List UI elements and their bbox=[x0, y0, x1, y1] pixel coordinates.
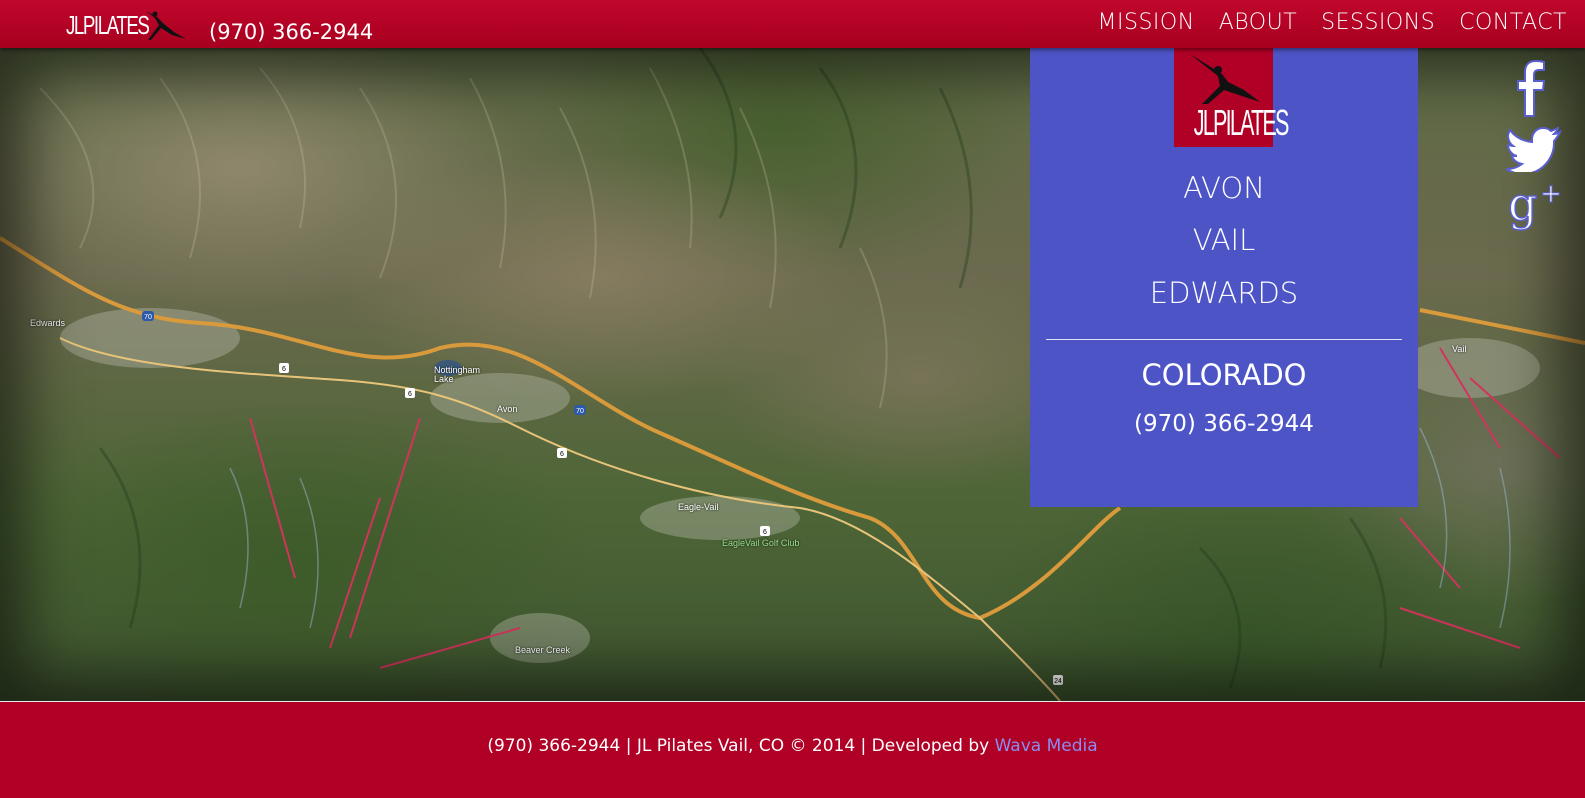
map-label-golf-club: EagleVail Golf Club bbox=[722, 538, 800, 548]
footer-line: (970) 366-2944 | JL Pilates Vail, CO © 2… bbox=[0, 736, 1585, 756]
yoga-figure-icon bbox=[146, 11, 186, 40]
google-plus-icon[interactable]: g + bbox=[1506, 180, 1566, 236]
location-panel: JLPILATES AVON VAIL EDWARDS COLORADO (97… bbox=[1030, 48, 1418, 507]
logo-text: JLPILATES bbox=[66, 10, 150, 40]
route-shield: 6 bbox=[763, 529, 767, 536]
svg-text:g: g bbox=[1508, 180, 1537, 231]
panel-phone[interactable]: (970) 366-2944 bbox=[1030, 411, 1418, 437]
nav-mission[interactable]: MISSION bbox=[1098, 10, 1195, 35]
nav-contact[interactable]: CONTACT bbox=[1459, 10, 1567, 35]
twitter-icon[interactable] bbox=[1506, 126, 1562, 172]
panel-logo-text: JLPILATES bbox=[1193, 102, 1290, 143]
route-shield: 6 bbox=[282, 366, 286, 373]
panel-logo: JLPILATES bbox=[1174, 48, 1290, 147]
route-shield: 6 bbox=[560, 451, 564, 458]
route-shield: 6 bbox=[408, 391, 412, 398]
header-phone[interactable]: (970) 366-2944 bbox=[209, 20, 373, 44]
city-vail: VAIL bbox=[1192, 223, 1256, 257]
social-links: g + bbox=[1506, 60, 1566, 244]
nav-about[interactable]: ABOUT bbox=[1219, 10, 1297, 35]
header-logo[interactable]: JLPILATES bbox=[66, 10, 186, 41]
svg-text:+: + bbox=[1540, 180, 1562, 209]
map-label-nottingham-lake: Nottingham Lake bbox=[434, 365, 481, 384]
route-shield: 70 bbox=[144, 314, 152, 321]
state-name: COLORADO bbox=[1141, 358, 1307, 392]
city-avon: AVON bbox=[1183, 171, 1265, 205]
site-footer: (970) 366-2944 | JL Pilates Vail, CO © 2… bbox=[0, 701, 1585, 798]
map-label-avon: Avon bbox=[497, 404, 518, 414]
yoga-figure-icon bbox=[1190, 54, 1260, 104]
nav-sessions[interactable]: SESSIONS bbox=[1321, 10, 1435, 35]
facebook-icon[interactable] bbox=[1506, 60, 1558, 118]
city-edwards: EDWARDS bbox=[1149, 276, 1299, 310]
footer-text: (970) 366-2944 | JL Pilates Vail, CO © 2… bbox=[487, 736, 995, 756]
map-label-vail: Vail bbox=[1452, 344, 1467, 354]
site-header: JLPILATES (970) 366-2944 MISSION ABOUT S… bbox=[0, 0, 1585, 48]
panel-divider bbox=[1046, 339, 1402, 340]
map-label-edwards: Edwards bbox=[30, 318, 66, 328]
developer-link[interactable]: Wava Media bbox=[995, 736, 1098, 756]
route-shield: 24 bbox=[1054, 678, 1062, 685]
map-label-eagle-vail: Eagle-Vail bbox=[678, 502, 719, 512]
map-label-beaver-creek: Beaver Creek bbox=[515, 645, 571, 655]
route-shield: 70 bbox=[576, 408, 584, 415]
main-nav: MISSION ABOUT SESSIONS CONTACT bbox=[1098, 10, 1567, 35]
